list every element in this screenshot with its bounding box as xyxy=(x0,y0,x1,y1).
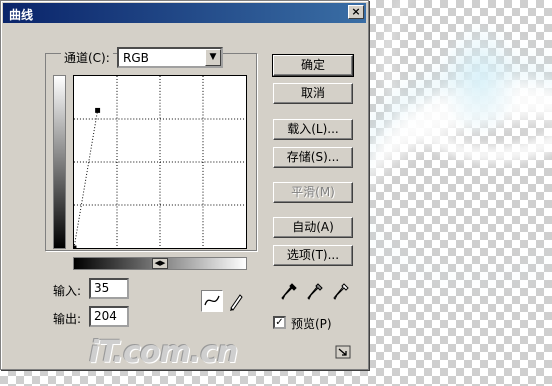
ok-button[interactable]: 确定 xyxy=(272,54,354,77)
smooth-button[interactable]: 平滑(M) xyxy=(273,182,353,203)
dialog-title: 曲线 xyxy=(9,8,34,22)
glow-highlight xyxy=(440,20,520,140)
glow-streak xyxy=(350,0,552,198)
save-button[interactable]: 存储(S)... xyxy=(273,147,353,168)
auto-button[interactable]: 自动(A) xyxy=(273,217,353,238)
curves-dialog: 曲线 × 通道(C): RGB ▼ ◀▶ 输入: 35 输出: 204 确定 取… xyxy=(0,0,369,370)
cancel-button[interactable]: 取消 xyxy=(273,83,353,104)
channel-select[interactable]: RGB ▼ xyxy=(117,47,223,68)
curve-points xyxy=(73,107,101,249)
graph-grid xyxy=(74,76,246,248)
curve-point[interactable] xyxy=(95,107,101,113)
curve-point-tool-icon[interactable] xyxy=(201,290,223,312)
black-eyedropper-icon[interactable] xyxy=(280,282,298,302)
chevron-down-icon[interactable]: ▼ xyxy=(205,49,221,66)
load-button[interactable]: 载入(L)... xyxy=(273,119,353,140)
options-button[interactable]: 选项(T)... xyxy=(273,245,353,266)
preview-label: 预览(P) xyxy=(291,317,332,331)
resize-grip-icon[interactable] xyxy=(335,345,351,359)
output-field[interactable]: 204 xyxy=(89,306,129,327)
output-gradient-bar xyxy=(53,75,66,249)
watermark: iT.com.cn xyxy=(89,335,238,370)
input-field[interactable]: 35 xyxy=(89,278,129,299)
gray-eyedropper-icon[interactable] xyxy=(306,282,324,302)
pencil-tool-icon[interactable] xyxy=(227,290,245,312)
channel-label: 通道(C): xyxy=(61,49,113,66)
input-label: 输入: xyxy=(53,284,82,298)
gradient-direction-toggle[interactable]: ◀▶ xyxy=(152,258,168,269)
white-eyedropper-icon[interactable] xyxy=(332,282,350,302)
close-button[interactable]: × xyxy=(348,5,364,19)
curve-graph[interactable] xyxy=(73,75,247,249)
channel-selected-value: RGB xyxy=(123,51,149,65)
preview-checkbox[interactable]: ✓ xyxy=(273,316,286,329)
curve-point[interactable] xyxy=(73,245,77,249)
curve-line xyxy=(74,110,99,248)
output-label: 输出: xyxy=(53,312,82,326)
glow-streak xyxy=(343,55,552,295)
title-bar[interactable]: 曲线 × xyxy=(3,3,366,23)
